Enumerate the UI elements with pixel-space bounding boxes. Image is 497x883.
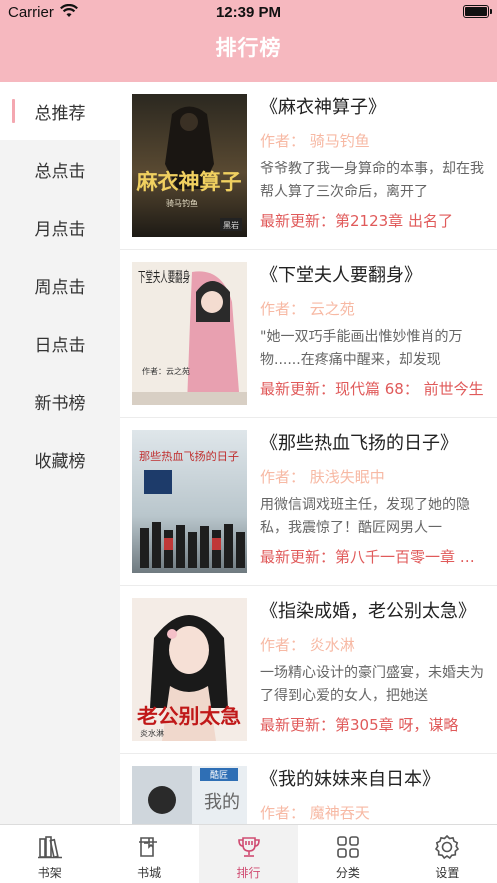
trophy-icon (237, 837, 260, 857)
tab-label: 书架 (37, 866, 62, 880)
cover-author: 炎水淋 (140, 728, 164, 738)
category-icon (337, 836, 359, 858)
tab-label: 排行 (236, 866, 261, 880)
sidebar-item-total-clicks[interactable]: 总点击 (0, 140, 120, 198)
book-cover: 那些热血飞扬的日子 (132, 430, 247, 573)
cover-badge: 酷匠 (210, 769, 228, 781)
tab-bookstore[interactable]: 书城 (99, 825, 198, 883)
tab-label: 书城 (137, 866, 162, 880)
cover-title: 下堂夫人要翻身 (138, 270, 190, 286)
status-bar: Carrier 12:39 PM (0, 0, 497, 26)
book-title: 《下堂夫人要翻身》 (260, 265, 422, 286)
book-cover: 老公别太急 炎水淋 (132, 598, 247, 741)
active-indicator (12, 99, 15, 123)
cover-title: 那些热血飞扬的日子 (139, 449, 239, 463)
sidebar-item-daily-clicks[interactable]: 日点击 (0, 314, 120, 372)
book-title: 《那些热血飞扬的日子》 (260, 433, 458, 454)
tab-label: 分类 (335, 866, 360, 880)
book-cover: 酷匠 我的 (132, 766, 247, 824)
sidebar-item-weekly-clicks[interactable]: 周点击 (0, 256, 120, 314)
tab-label: 设置 (435, 866, 460, 880)
sidebar-item-new-books[interactable]: 新书榜 (0, 372, 120, 430)
book-item[interactable]: 下堂夫人要翻身 作者：云之苑 《下堂夫人要翻身》 作者： 云之苑 "她一双巧手能… (120, 250, 497, 418)
book-author: 作者： 炎水淋 (260, 636, 355, 654)
book-description: 用微信调戏班主任，发现了她的隐私，我震惊了！酷匠网男人一 (260, 497, 470, 536)
sidebar-item-label: 新书榜 (34, 393, 86, 414)
tab-ranking[interactable]: 排行 (198, 825, 299, 883)
sidebar-item-label: 收藏榜 (34, 451, 86, 472)
book-list[interactable]: 麻衣神算子 骑马钓鱼 黑岩 《麻衣神算子》 作者： 骑马钓鱼 爷爷教了我一身算命… (120, 82, 497, 824)
sidebar-item-monthly-clicks[interactable]: 月点击 (0, 198, 120, 256)
nav-header: Carrier 12:39 PM 排行榜 (0, 0, 497, 82)
sidebar-item-label: 月点击 (34, 219, 86, 240)
book-cover: 麻衣神算子 骑马钓鱼 黑岩 (132, 94, 247, 237)
book-item[interactable]: 老公别太急 炎水淋 《指染成婚，老公别太急》 作者： 炎水淋 一场精心设计的豪门… (120, 586, 497, 754)
sidebar-item-favorites[interactable]: 收藏榜 (0, 430, 120, 488)
battery-icon (463, 5, 492, 18)
book-title: 《我的妹妹来自日本》 (260, 769, 440, 790)
bookstore-icon (139, 837, 158, 857)
sidebar-item-label: 总点击 (34, 161, 86, 182)
book-description: "她一双巧手能画出惟妙惟肖的万物......在疼痛中醒来，却发现 (260, 329, 463, 368)
book-description: 爷爷教了我一身算命的本事，却在我帮人算了三次命后，离开了 (260, 161, 484, 200)
cover-title: 老公别太急 (137, 704, 241, 728)
sidebar-item-label: 日点击 (34, 335, 86, 356)
book-title: 《麻衣神算子》 (260, 97, 386, 118)
tab-bar: 书架 书城 排行 分类 设置 (0, 824, 497, 883)
tab-settings[interactable]: 设置 (398, 825, 497, 883)
book-item[interactable]: 酷匠 我的 《我的妹妹来自日本》 作者： 魔神吞天 (120, 754, 497, 824)
book-title: 《指染成婚，老公别太急》 (260, 601, 476, 622)
page-title: 排行榜 (215, 36, 282, 60)
cover-author: 作者：云之苑 (142, 366, 190, 376)
tab-bookshelf[interactable]: 书架 (0, 825, 99, 883)
cover-author: 骑马钓鱼 (166, 198, 198, 208)
book-latest-update: 最新更新：第八千一百零一章 热血 (260, 548, 488, 566)
book-author: 作者： 云之苑 (260, 300, 355, 318)
ranking-sidebar: 总推荐 总点击 月点击 周点击 日点击 新书榜 收藏榜 (0, 82, 120, 824)
bookshelf-icon (37, 836, 62, 859)
book-latest-update: 最新更新：第2123章 出名了 (260, 212, 453, 230)
sidebar-item-label: 总推荐 (34, 103, 86, 124)
tab-category[interactable]: 分类 (298, 825, 397, 883)
cover-title: 麻衣神算子 (136, 169, 242, 194)
cover-badge: 黑岩 (223, 220, 239, 230)
book-author: 作者： 骑马钓鱼 (260, 132, 370, 150)
book-cover: 下堂夫人要翻身 作者：云之苑 (132, 262, 247, 405)
book-item[interactable]: 那些热血飞扬的日子 《那些热血飞扬的日子》 作者： 肤浅失眠中 用微信调戏班主任… (120, 418, 497, 586)
sidebar-item-total-recommend[interactable]: 总推荐 (0, 82, 120, 140)
gear-icon (435, 834, 460, 860)
book-description: 一场精心设计的豪门盛宴，未婚夫为了得到心爱的女人，把她送 (260, 665, 484, 704)
status-time: 12:39 PM (215, 4, 282, 21)
cover-title: 我的 (204, 792, 240, 813)
book-item[interactable]: 麻衣神算子 骑马钓鱼 黑岩 《麻衣神算子》 作者： 骑马钓鱼 爷爷教了我一身算命… (120, 82, 497, 250)
book-author: 作者： 魔神吞天 (260, 804, 370, 822)
book-author: 作者： 肤浅失眠中 (260, 468, 385, 486)
book-latest-update: 最新更新：第305章 呀，谋略 (260, 716, 459, 734)
sidebar-item-label: 周点击 (34, 277, 86, 298)
book-latest-update: 最新更新：现代篇 68： 前世今生 (260, 380, 484, 398)
